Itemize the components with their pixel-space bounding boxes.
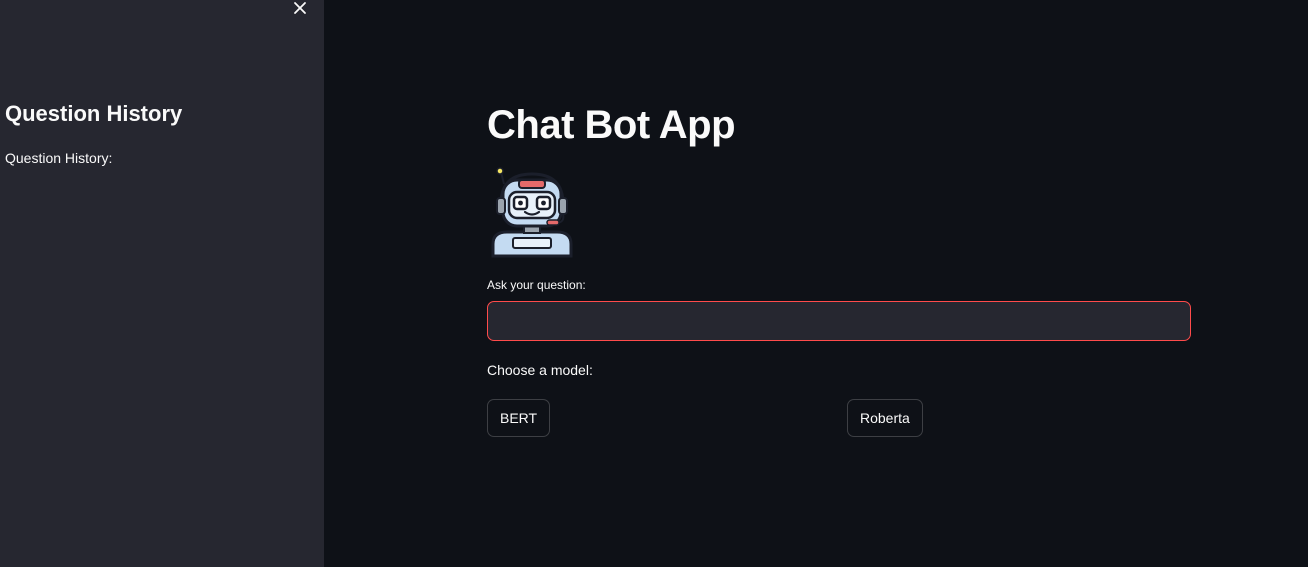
page-title: Chat Bot App xyxy=(487,103,736,147)
roberta-model-button[interactable]: Roberta xyxy=(847,399,923,437)
close-icon xyxy=(294,2,306,14)
app-root: Question History Question History: Chat … xyxy=(0,0,1308,567)
sidebar-history-label: Question History: xyxy=(5,150,113,166)
model-label: Choose a model: xyxy=(487,362,593,378)
question-input[interactable] xyxy=(487,301,1191,341)
sidebar-title: Question History xyxy=(5,101,183,126)
sidebar: Question History Question History: xyxy=(0,0,324,567)
question-label: Ask your question: xyxy=(487,278,586,292)
sidebar-close-button[interactable] xyxy=(289,0,311,19)
main-content: Chat Bot App Ask your question: Choose a… xyxy=(324,0,1308,567)
bert-model-button[interactable]: BERT xyxy=(487,399,551,437)
robot-headset-icon xyxy=(491,167,573,258)
